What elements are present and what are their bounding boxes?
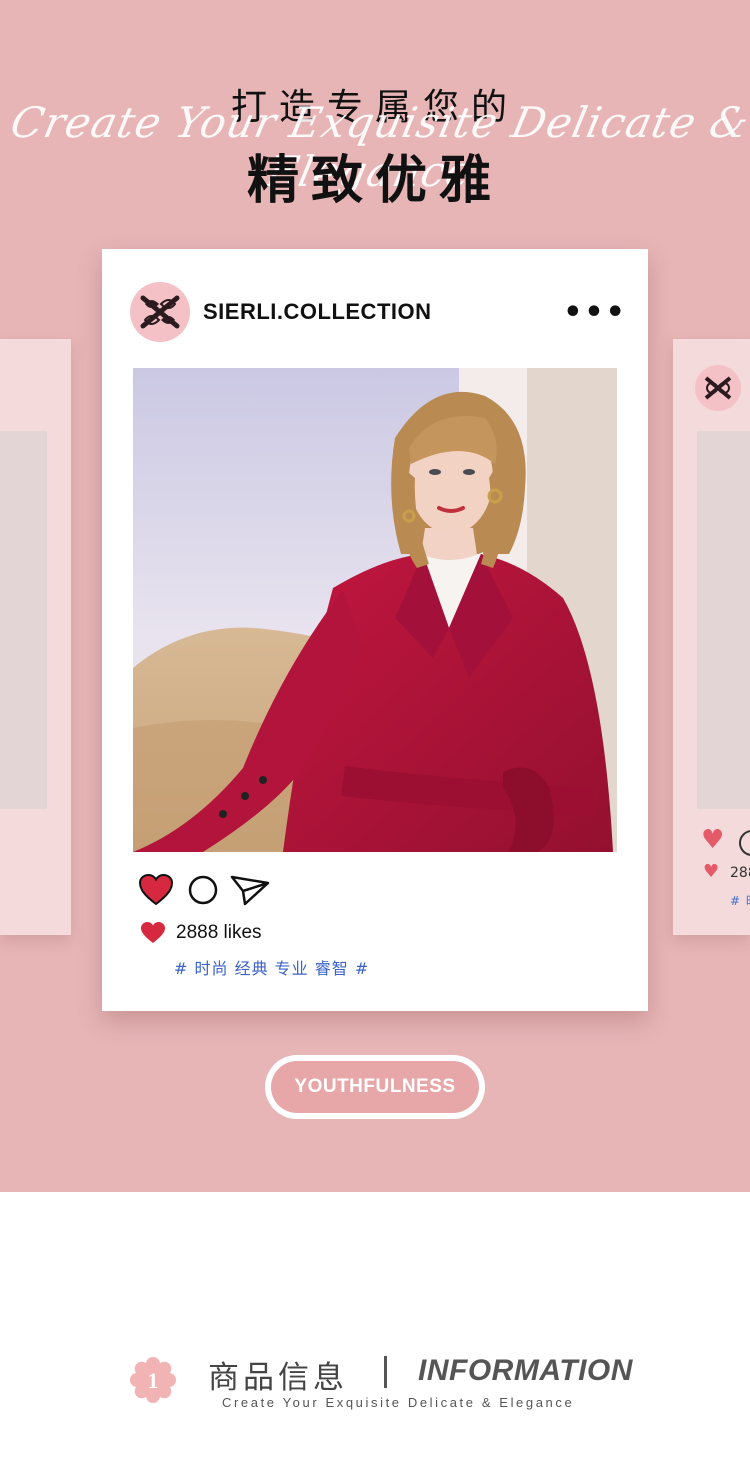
send-paper-plane-icon: [230, 875, 270, 906]
brand-avatar[interactable]: [130, 282, 190, 342]
hero-section: 打造专属您的 Create Your Exquisite Delicate & …: [0, 0, 750, 1192]
brand-monogram-icon: [704, 376, 732, 400]
side-like-icon: ♥: [701, 825, 725, 855]
youthfulness-button[interactable]: YOUTHFULNESS: [265, 1055, 485, 1119]
post-photo: [133, 368, 617, 852]
side-likes-count: 288: [730, 865, 750, 881]
brand-monogram-icon: [140, 295, 180, 329]
youthfulness-label: YOUTHFULNESS: [271, 1061, 479, 1113]
title-divider: [384, 1356, 387, 1388]
post-card: SIERLI.COLLECTION ••• 2888 likes # 时尚 经典…: [102, 249, 648, 1011]
heart-icon: [138, 873, 174, 906]
like-button[interactable]: [138, 873, 174, 909]
headline-main: 精致优雅: [246, 151, 503, 211]
post-actions: [138, 873, 338, 909]
comment-button[interactable]: [186, 873, 222, 909]
side-card-left: [0, 339, 71, 935]
section-title-en: INFORMATION: [418, 1354, 633, 1387]
small-heart-icon: [141, 922, 165, 943]
section-number: 1: [148, 1368, 159, 1393]
share-button[interactable]: [230, 873, 272, 909]
side-tags: # 时: [730, 894, 750, 908]
side-card-left-image: [0, 431, 47, 809]
side-comment-icon: [739, 830, 750, 856]
hashtags[interactable]: # 时尚 经典 专业 睿智 #: [174, 955, 369, 979]
section-title-cn: 商品信息: [208, 1360, 348, 1396]
likes-row: 2888 likes: [140, 921, 440, 947]
model-photo-illustration: [133, 368, 617, 852]
account-name[interactable]: SIERLI.COLLECTION: [203, 299, 432, 325]
likes-count: 2888 likes: [176, 922, 262, 943]
side-card-right-image: [697, 431, 750, 809]
comment-circle-icon: [188, 875, 218, 905]
side-heart-icon: ♥: [703, 861, 720, 882]
side-brand-logo: [695, 365, 741, 411]
flower-number-badge-icon: 1: [130, 1357, 176, 1403]
side-card-right: ♥ ♥ 288 # 时: [673, 339, 750, 935]
more-options-button[interactable]: •••: [563, 287, 625, 337]
section-subtitle: Create Your Exquisite Delicate & Eleganc…: [222, 1395, 575, 1410]
